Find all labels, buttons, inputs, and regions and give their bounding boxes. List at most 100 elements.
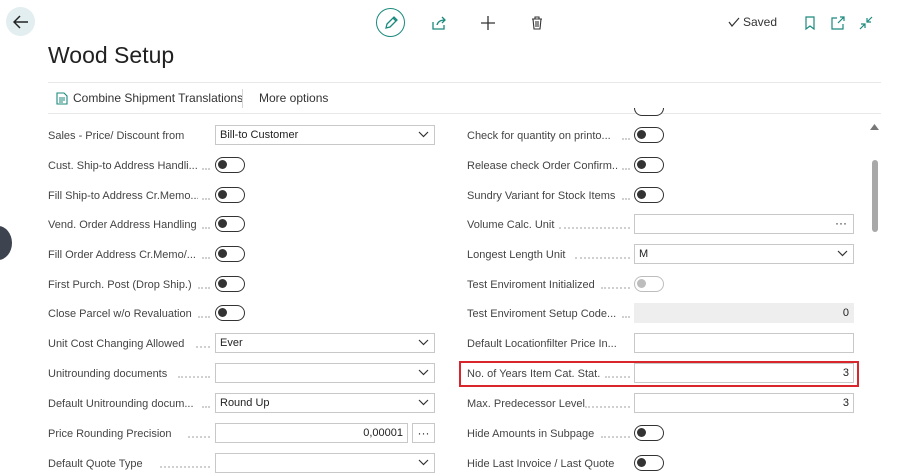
field-label: Price Rounding Precision <box>48 428 172 440</box>
max-predecessor-level-input[interactable]: 3 <box>634 393 854 413</box>
saved-status: Saved <box>728 15 777 29</box>
chevron-down-icon <box>418 459 429 466</box>
hide-last-invoice-toggle[interactable] <box>634 455 664 471</box>
collapse-button[interactable] <box>858 15 874 31</box>
ellipsis-icon[interactable]: ··· <box>835 216 847 230</box>
share-button[interactable] <box>430 14 448 32</box>
chevron-down-icon <box>418 369 429 376</box>
fill-order-address-toggle[interactable] <box>215 246 245 262</box>
scrollbar-thumb[interactable] <box>872 160 878 232</box>
fill-ship-to-address-toggle[interactable] <box>215 187 245 203</box>
field-label: No. of Years Item Cat. Stat. <box>467 368 601 380</box>
edit-button[interactable] <box>376 8 405 37</box>
field-fill-order-address: Fill Order Address Cr.Memo/... <box>48 244 436 266</box>
leader-dots <box>559 227 630 229</box>
bookmark-icon <box>805 16 815 30</box>
field-label: Unit Cost Changing Allowed <box>48 338 185 350</box>
side-panel-handle[interactable] <box>0 226 12 260</box>
select-value: Bill-to Customer <box>220 129 299 141</box>
new-button[interactable] <box>479 14 497 32</box>
leader-dots <box>198 287 210 289</box>
bookmark-button[interactable] <box>803 15 817 31</box>
checkmark-icon <box>728 17 740 27</box>
leader-dots <box>622 138 630 140</box>
field-label: Longest Length Unit <box>467 249 566 261</box>
field-first-purch-post: First Purch. Post (Drop Ship.) <box>48 274 436 296</box>
hide-amounts-subpage-toggle[interactable] <box>634 425 664 441</box>
first-purch-post-toggle[interactable] <box>215 276 245 292</box>
field-test-enviroment-initialized: Test Enviroment Initialized <box>467 274 855 296</box>
page-title: Wood Setup <box>48 42 175 68</box>
field-sales-price-discount-from: Sales - Price/ Discount from Bill-to Cus… <box>48 125 436 147</box>
unitrounding-documents-select[interactable] <box>215 363 435 383</box>
field-unit-cost-changing: Unit Cost Changing Allowed Ever <box>48 333 436 355</box>
no-of-years-item-cat-stat-input[interactable]: 3 <box>634 363 854 383</box>
more-options-label: More options <box>259 91 329 105</box>
field-label: Check for quantity on printo... <box>467 130 611 142</box>
vend-order-address-toggle[interactable] <box>215 216 245 232</box>
input-value: 0,00001 <box>363 427 403 439</box>
more-options-action[interactable]: More options <box>259 83 328 113</box>
field-default-locationfilter: Default Locationfilter Price In... <box>467 333 855 355</box>
field-fill-ship-to-address: Fill Ship-to Address Cr.Memo... <box>48 185 436 207</box>
combine-label: Combine Shipment Translations <box>73 91 244 105</box>
readonly-value: 0 <box>842 307 849 319</box>
leader-dots <box>160 466 210 468</box>
delete-button[interactable] <box>528 14 546 32</box>
arrow-left-icon <box>12 14 28 29</box>
leader-dots <box>188 436 210 438</box>
sales-price-discount-select[interactable]: Bill-to Customer <box>215 125 435 145</box>
cust-ship-to-address-toggle[interactable] <box>215 157 245 173</box>
field-label: Release check Order Confirm... <box>467 160 619 172</box>
field-volume-calc-unit: Volume Calc. Unit ··· <box>467 214 855 236</box>
release-check-order-toggle[interactable] <box>634 157 664 173</box>
field-label: Sales - Price/ Discount from <box>48 130 185 142</box>
field-close-parcel: Close Parcel w/o Revaluation <box>48 303 436 325</box>
trash-icon <box>532 16 542 30</box>
chevron-down-icon <box>418 399 429 406</box>
field-label: Test Enviroment Initialized <box>467 279 595 291</box>
field-unitrounding-documents: Unitrounding documents <box>48 363 436 385</box>
leader-dots <box>601 287 630 289</box>
field-cust-ship-to-address: Cust. Ship-to Address Handli... <box>48 155 436 177</box>
price-rounding-precision-input[interactable]: 0,00001 <box>215 423 408 443</box>
field-default-unitrounding: Default Unitrounding docum... Round Up <box>48 393 436 415</box>
field-longest-length-unit: Longest Length Unit M <box>467 244 855 266</box>
input-value: 3 <box>842 397 849 409</box>
input-value: 3 <box>842 367 849 379</box>
check-quantity-printout-toggle[interactable] <box>634 127 664 143</box>
select-value: M <box>639 248 649 260</box>
field-label: Default Locationfilter Price In... <box>467 338 617 350</box>
close-parcel-toggle[interactable] <box>215 305 245 321</box>
leader-dots <box>601 436 630 438</box>
leader-dots <box>196 346 210 348</box>
leader-dots <box>585 406 630 408</box>
default-quote-type-select[interactable] <box>215 453 435 473</box>
field-label: Hide Last Invoice / Last Quote <box>467 458 615 470</box>
field-hide-last-invoice: Hide Last Invoice / Last Quote <box>467 453 855 475</box>
plus-icon <box>481 16 495 30</box>
unit-cost-changing-select[interactable]: Ever <box>215 333 435 353</box>
longest-length-unit-select[interactable]: M <box>634 244 854 264</box>
field-label: Sundry Variant for Stock Items <box>467 190 616 202</box>
volume-calc-unit-lookup[interactable]: ··· <box>634 214 854 234</box>
select-value: Ever <box>220 337 243 349</box>
sundry-variant-toggle[interactable] <box>634 187 664 203</box>
cut-off-toggle-right[interactable] <box>634 108 664 116</box>
scroll-up-button[interactable] <box>870 118 879 136</box>
collapse-icon <box>859 16 873 30</box>
field-check-quantity-printout: Check for quantity on printo... <box>467 125 855 147</box>
open-new-window-button[interactable] <box>830 15 846 31</box>
test-enviroment-setup-code-value: 0 <box>634 303 854 323</box>
leader-dots <box>178 376 210 378</box>
price-rounding-lookup-button[interactable]: ··· <box>412 423 435 443</box>
back-button[interactable] <box>6 7 35 36</box>
field-max-predecessor-level: Max. Predecessor Level 3 <box>467 393 855 415</box>
leader-dots <box>622 316 630 318</box>
default-unitrounding-select[interactable]: Round Up <box>215 393 435 413</box>
default-locationfilter-input[interactable] <box>634 333 854 353</box>
combine-shipment-translations-action[interactable]: Combine Shipment Translations <box>56 83 243 113</box>
leader-dots <box>202 227 210 229</box>
field-label: Max. Predecessor Level <box>467 398 585 410</box>
field-label: Vend. Order Address Handling <box>48 219 197 231</box>
